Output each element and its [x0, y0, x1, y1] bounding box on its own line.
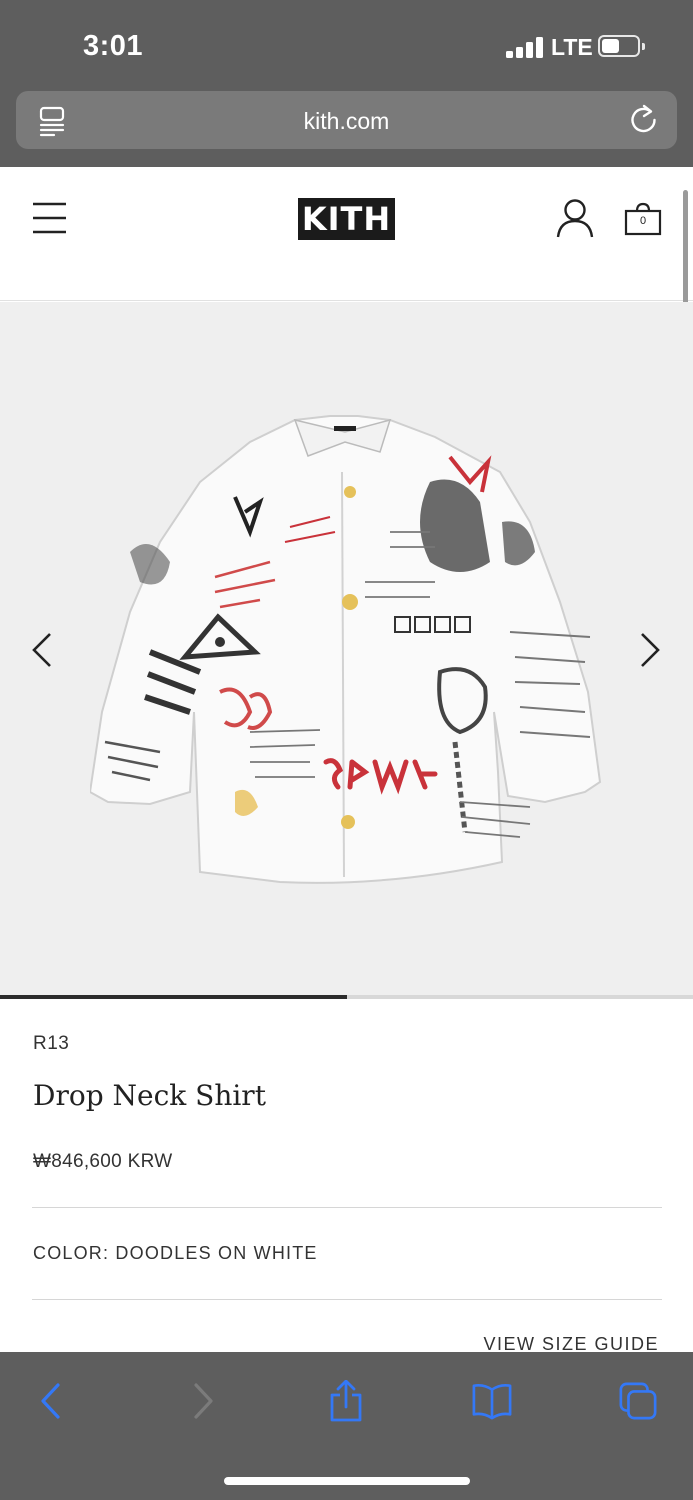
- tabs-icon[interactable]: [618, 1380, 658, 1422]
- status-bar: 3:01 LTE: [0, 0, 693, 88]
- browser-toolbar: [0, 1352, 693, 1500]
- product-image[interactable]: [90, 412, 602, 887]
- network-type: LTE: [551, 34, 593, 60]
- browser-address-area: kith.com: [0, 88, 693, 167]
- url-text[interactable]: kith.com: [16, 108, 677, 135]
- hamburger-menu-icon[interactable]: [32, 201, 67, 235]
- share-icon[interactable]: [326, 1380, 366, 1422]
- product-brand[interactable]: R13: [33, 1033, 69, 1055]
- site-header: KITH 0: [0, 167, 693, 301]
- divider: [32, 1207, 662, 1208]
- product-title: Drop Neck Shirt: [33, 1079, 266, 1112]
- forward-icon[interactable]: [182, 1380, 222, 1422]
- account-icon[interactable]: [555, 198, 595, 238]
- home-indicator[interactable]: [224, 1477, 470, 1485]
- address-bar[interactable]: kith.com: [16, 91, 677, 149]
- status-time: 3:01: [83, 30, 144, 62]
- chevron-right-icon[interactable]: [638, 632, 662, 668]
- product-price: ₩846,600 KRW: [33, 1151, 173, 1172]
- gallery-progress-track: [0, 995, 693, 999]
- product-gallery[interactable]: [0, 302, 693, 996]
- gallery-progress-bar: [0, 995, 347, 999]
- product-color: COLOR: DOODLES ON WHITE: [33, 1243, 318, 1263]
- divider: [32, 1299, 662, 1300]
- cellular-signal-icon: [506, 36, 544, 58]
- bookmarks-icon[interactable]: [472, 1380, 512, 1422]
- back-icon[interactable]: [32, 1380, 72, 1422]
- chevron-left-icon[interactable]: [30, 632, 54, 668]
- cart-icon[interactable]: 0: [624, 202, 662, 236]
- battery-level: [602, 39, 619, 53]
- kith-logo[interactable]: KITH: [298, 198, 395, 240]
- reload-icon[interactable]: [629, 103, 659, 135]
- battery-icon: [598, 35, 645, 57]
- cart-count: 0: [639, 215, 647, 227]
